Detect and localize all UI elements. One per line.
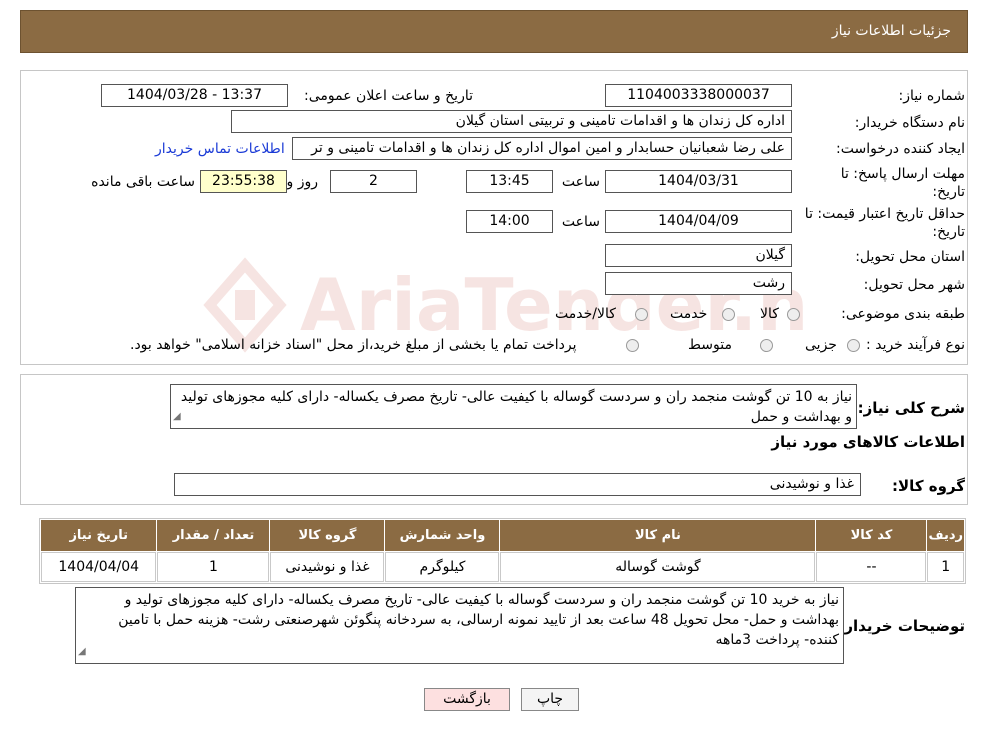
- validity-time-label: ساعت: [561, 214, 600, 230]
- cell-code: --: [816, 552, 927, 582]
- buyer-contact-link[interactable]: اطلاعات تماس خریدار: [155, 141, 285, 157]
- process-option-medium: متوسط: [688, 337, 732, 353]
- col-date: تاریخ نیاز: [41, 520, 157, 551]
- cell-group: غذا و نوشیدنی: [270, 552, 385, 582]
- process-radio-minor[interactable]: [847, 339, 860, 352]
- deadline-time-field[interactable]: 13:45: [466, 170, 553, 193]
- deadline-label-date: تاریخ:: [932, 184, 965, 200]
- table-row[interactable]: 1 -- گوشت گوساله کیلوگرم غذا و نوشیدنی 1…: [41, 552, 964, 582]
- goods-group-label: گروه کالا:: [892, 477, 965, 495]
- category-option-service: خدمت: [670, 306, 708, 322]
- col-qty: تعداد / مقدار: [157, 520, 270, 551]
- days-label: روز و: [286, 174, 319, 190]
- items-table: ردیف کد کالا نام کالا واحد شمارش گروه کا…: [39, 518, 966, 584]
- validity-label-date: تاریخ:: [932, 224, 965, 240]
- page-header: جزئیات اطلاعات نیاز: [20, 10, 968, 53]
- buyer-org-field[interactable]: اداره کل زندان ها و اقدامات تامینی و ترب…: [231, 110, 792, 133]
- announce-label: تاریخ و ساعت اعلان عمومی:: [304, 88, 473, 104]
- cell-name: گوشت گوساله: [500, 552, 816, 582]
- cell-row: 1: [927, 552, 964, 582]
- category-option-goods-service: کالا/خدمت: [555, 306, 616, 322]
- print-button[interactable]: چاپ: [521, 688, 579, 711]
- requester-label: ایجاد کننده درخواست:: [836, 141, 965, 157]
- goods-group-field[interactable]: غذا و نوشیدنی: [174, 473, 861, 496]
- buyer-notes-text: نیاز به خرید 10 تن گوشت منجمد ران و سردس…: [118, 592, 839, 648]
- buyer-notes-textarea[interactable]: نیاز به خرید 10 تن گوشت منجمد ران و سردس…: [75, 587, 844, 664]
- announce-datetime-field[interactable]: 1404/03/28 - 13:37: [101, 84, 288, 107]
- cell-date: 1404/04/04: [41, 552, 157, 582]
- summary-label: شرح کلی نیاز:: [857, 399, 965, 417]
- days-remaining-field[interactable]: 2: [330, 170, 417, 193]
- col-name: نام کالا: [500, 520, 816, 551]
- category-radio-goods[interactable]: [787, 308, 800, 321]
- resize-grip-icon[interactable]: ◢: [173, 407, 181, 427]
- col-row: ردیف: [927, 520, 964, 551]
- resize-grip-icon[interactable]: ◢: [78, 642, 86, 662]
- col-unit: واحد شمارش: [385, 520, 500, 551]
- category-label: طبقه بندی موضوعی:: [841, 306, 965, 322]
- col-code: کد کالا: [816, 520, 927, 551]
- city-field[interactable]: رشت: [605, 272, 792, 295]
- remaining-time-field[interactable]: 23:55:38: [200, 170, 287, 193]
- requester-field[interactable]: علی رضا شعبانیان حسابدار و امین اموال اد…: [292, 137, 792, 160]
- process-radio-medium[interactable]: [760, 339, 773, 352]
- back-button[interactable]: بازگشت: [424, 688, 510, 711]
- need-number-field[interactable]: 1104003338000037: [605, 84, 792, 107]
- remaining-time-label: ساعت باقی مانده: [91, 174, 195, 190]
- col-group: گروه کالا: [270, 520, 385, 551]
- cell-qty: 1: [157, 552, 270, 582]
- validity-label: حداقل تاریخ اعتبار قیمت: تا: [804, 206, 965, 222]
- deadline-time-label: ساعت: [561, 174, 600, 190]
- process-option-minor: جزیی: [805, 337, 837, 353]
- goods-info-heading: اطلاعات کالاهای مورد نیاز: [771, 433, 965, 451]
- province-field[interactable]: گیلان: [605, 244, 792, 267]
- category-radio-service[interactable]: [722, 308, 735, 321]
- summary-text: نیاز به 10 تن گوشت منجمد ران و سردست گوس…: [180, 389, 852, 425]
- summary-textarea[interactable]: نیاز به 10 تن گوشت منجمد ران و سردست گوس…: [170, 384, 857, 429]
- cell-unit: کیلوگرم: [385, 552, 500, 582]
- province-label: استان محل تحویل:: [855, 249, 965, 265]
- category-option-goods: کالا: [760, 306, 779, 322]
- validity-date-field[interactable]: 1404/04/09: [605, 210, 792, 233]
- category-radio-goods-service[interactable]: [635, 308, 648, 321]
- buyer-org-label: نام دستگاه خریدار:: [854, 115, 965, 131]
- deadline-label: مهلت ارسال پاسخ: تا: [840, 166, 965, 182]
- page-title: جزئیات اطلاعات نیاز: [831, 23, 951, 39]
- process-type-label: نوع فرآیند خرید :: [866, 337, 965, 353]
- need-number-label: شماره نیاز:: [898, 88, 966, 104]
- process-treasury-note: پرداخت تمام یا بخشی از مبلغ خرید،از محل …: [130, 337, 577, 353]
- process-radio-treasury[interactable]: [626, 339, 639, 352]
- validity-time-field[interactable]: 14:00: [466, 210, 553, 233]
- city-label: شهر محل تحویل:: [863, 277, 965, 293]
- buyer-notes-label: توضیحات خریدار:: [838, 617, 965, 635]
- deadline-date-field[interactable]: 1404/03/31: [605, 170, 792, 193]
